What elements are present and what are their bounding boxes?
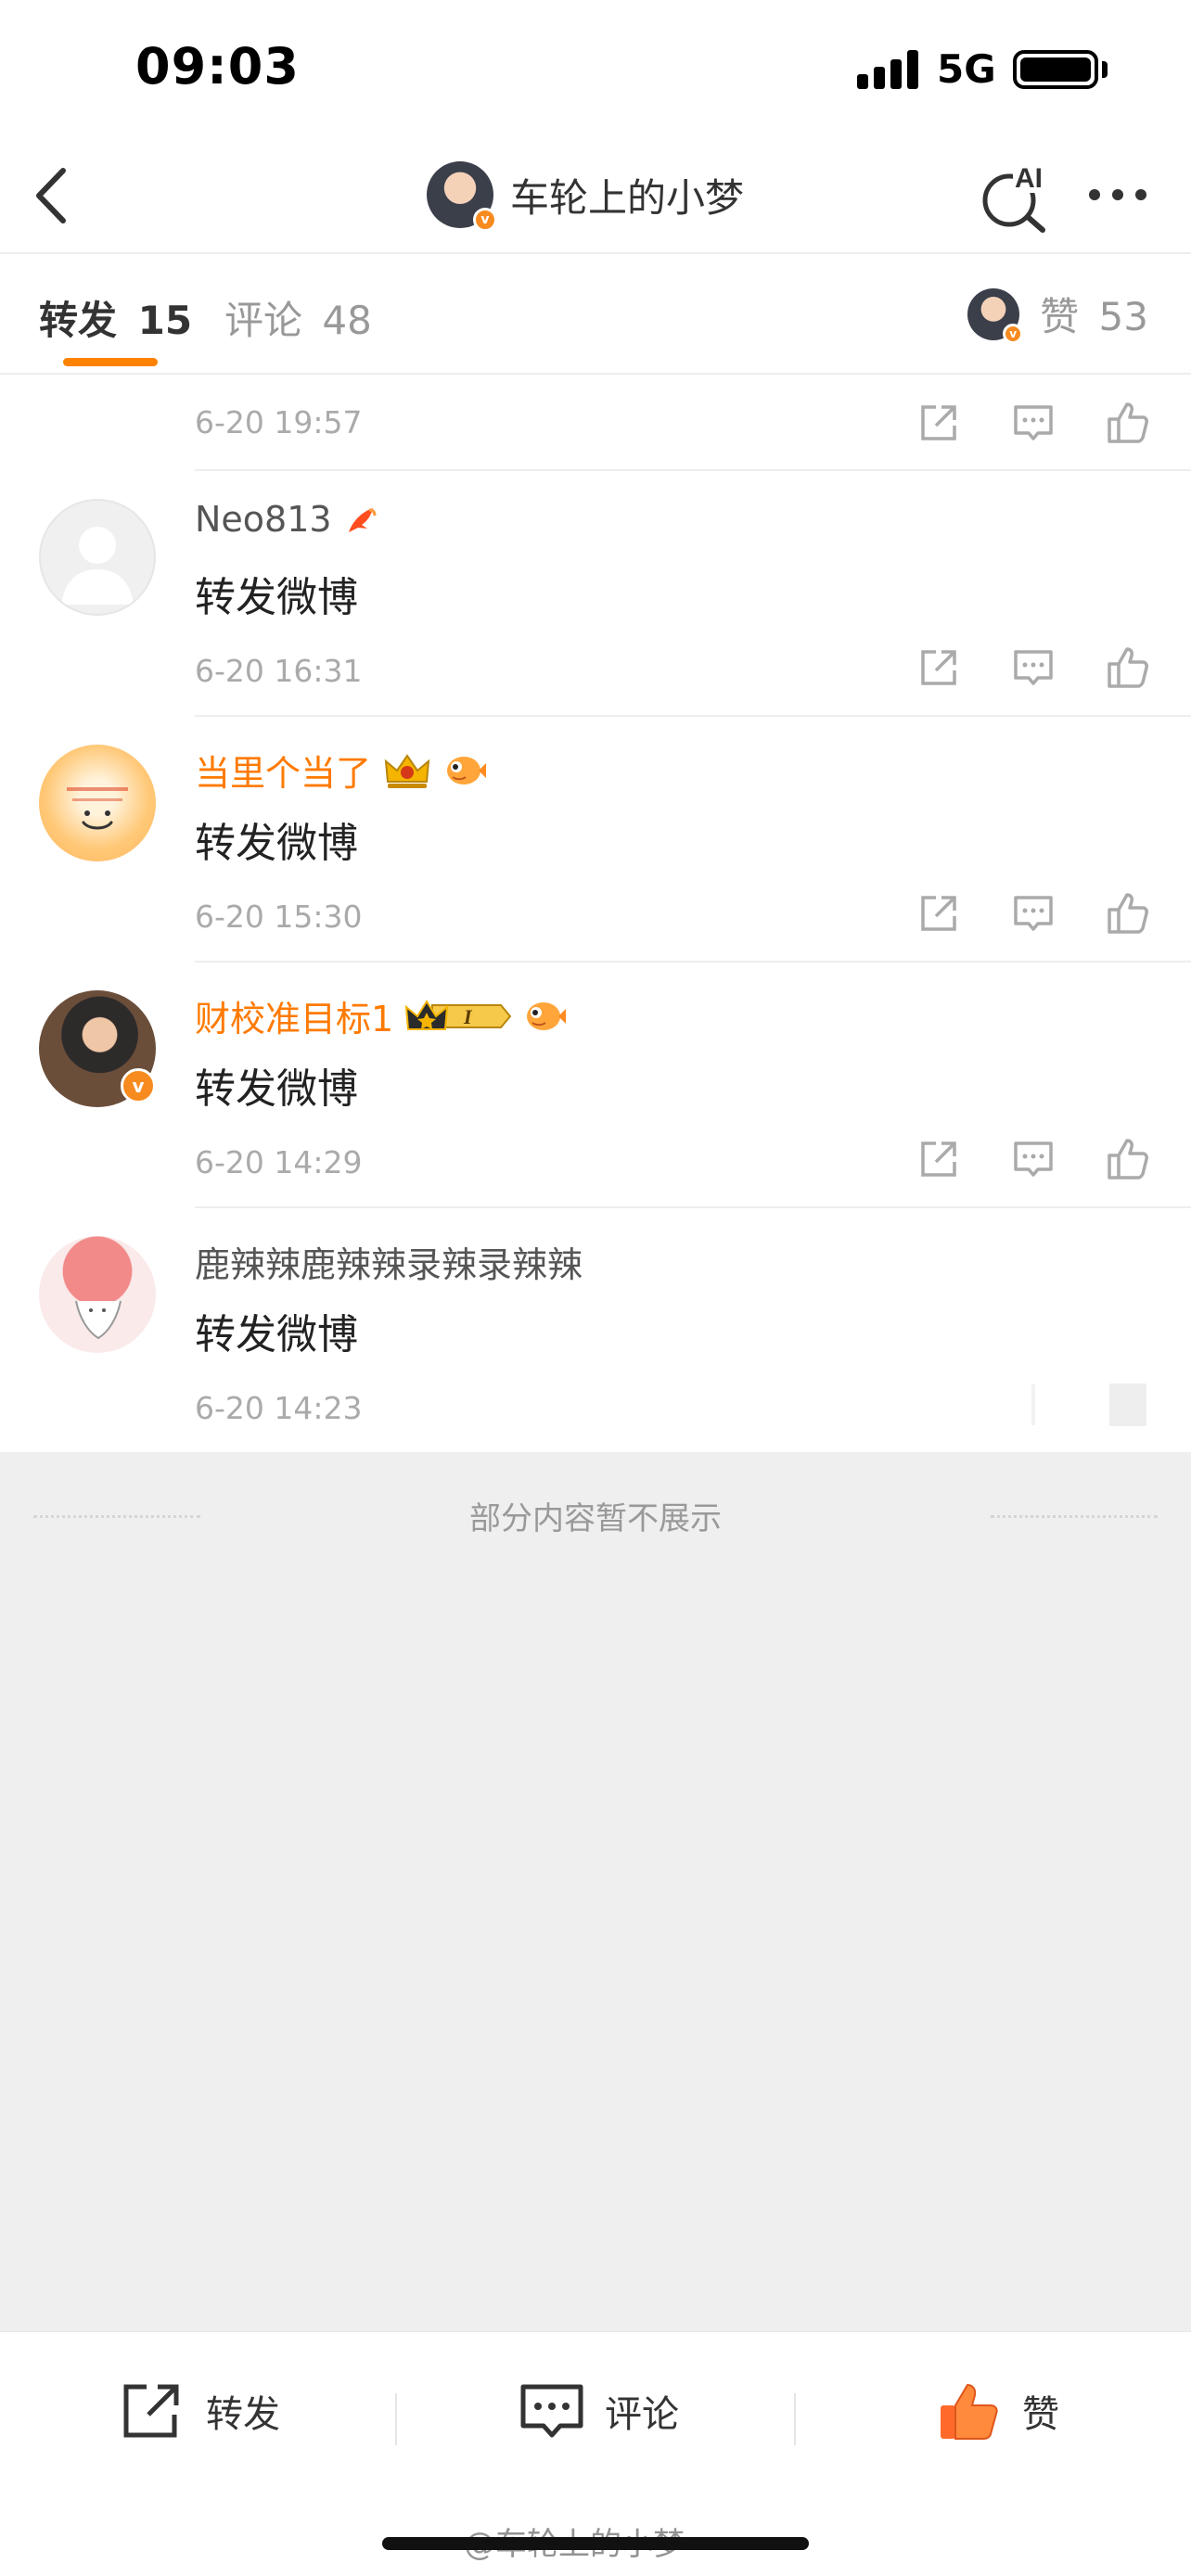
timestamp: 6-20 14:23 (195, 1390, 363, 1426)
bottom-action-bar: 转发 评论 赞 (0, 2331, 1191, 2489)
tab-comments-label: 评论 (224, 298, 303, 343)
home-indicator[interactable] (382, 2537, 809, 2550)
tab-likes-label: 赞 53 (1040, 286, 1148, 342)
comment-action-icon[interactable] (1009, 889, 1057, 937)
status-time: 09:03 (135, 37, 300, 96)
comment-button[interactable]: 评论 (519, 2378, 679, 2443)
username-text: Neo813 (195, 499, 332, 540)
ai-label: AI (1015, 163, 1043, 194)
list-item[interactable]: 鹿辣辣鹿辣辣录辣录辣辣 转发微博 6-20 14:23 (0, 1208, 1191, 1452)
username[interactable]: 当里个当了 (195, 745, 487, 796)
pufferfish-icon (527, 1001, 567, 1030)
repost-action-icon[interactable] (915, 1135, 963, 1183)
repost-label: 转发 (206, 2393, 280, 2436)
timestamp: 6-20 14:29 (195, 1144, 363, 1180)
repost-content: 转发微博 (195, 1065, 358, 1113)
comment-action-icon[interactable] (1009, 644, 1057, 692)
item-actions (868, 399, 1152, 447)
avatar[interactable]: v (39, 990, 156, 1107)
username[interactable]: 鹿辣辣鹿辣辣录辣录辣辣 (195, 1236, 583, 1287)
tab-reposts-count: 15 (137, 298, 193, 343)
repost-action-icon[interactable] (915, 644, 963, 692)
username-text: 当里个当了 (195, 753, 372, 794)
like-action-icon[interactable] (1104, 399, 1152, 447)
koi-fish-icon (348, 508, 377, 532)
repost-content: 转发微博 (195, 1311, 358, 1358)
nav-title: 车轮上的小梦 (510, 174, 745, 221)
repost-action-icon[interactable] (915, 1381, 963, 1429)
pufferfish-icon (447, 756, 487, 784)
tab-bar: 转发 15 评论 48 v 赞 53 (0, 256, 1191, 375)
item-actions (868, 1135, 1152, 1183)
repost-icon (123, 2384, 179, 2438)
signal-bars-icon (857, 48, 920, 89)
like-action-icon[interactable] (1104, 1381, 1152, 1429)
timestamp: 6-20 16:31 (195, 653, 363, 689)
avatar[interactable] (39, 745, 156, 861)
tab-comments-count: 48 (322, 298, 372, 343)
comment-action-icon[interactable] (1009, 1381, 1057, 1429)
battery-tip (1102, 61, 1108, 78)
comment-action-icon[interactable] (1009, 399, 1057, 447)
likes-label: 赞 (1040, 294, 1080, 339)
list-item[interactable]: Neo813 转发微博 6-20 16:31 (0, 471, 1191, 717)
ai-search-icon[interactable]: AI (978, 159, 1052, 234)
likes-count: 53 (1098, 294, 1148, 339)
comment-icon (520, 2384, 583, 2438)
list-item[interactable]: 当里个当了 转发微博 6-20 15:30 (0, 717, 1191, 963)
verified-badge-icon: v (1003, 323, 1024, 344)
hidden-content-area: 部分内容暂不展示 (0, 1452, 1191, 2333)
like-action-icon[interactable] (1104, 644, 1152, 692)
verified-badge-icon: v (473, 208, 497, 232)
repost-action-icon[interactable] (915, 889, 963, 937)
like-button[interactable]: 赞 (937, 2378, 1059, 2443)
nav-user[interactable]: v 车轮上的小梦 (427, 158, 744, 232)
comment-action-icon[interactable] (1009, 1135, 1057, 1183)
more-options-icon[interactable] (1085, 185, 1150, 204)
back-arrow-icon[interactable] (28, 163, 83, 228)
like-label: 赞 (1022, 2393, 1059, 2436)
level-label: I (463, 1005, 473, 1028)
nav-avatar[interactable]: v (427, 161, 497, 232)
like-action-icon[interactable] (1104, 889, 1152, 937)
username[interactable]: Neo813 (195, 499, 380, 540)
active-tab-indicator (63, 358, 158, 366)
item-actions (868, 644, 1152, 692)
repost-list: 6-20 19:57 Neo813 转发微博 6-20 16:31 当里个当了 … (0, 376, 1191, 1452)
bottom-separator (794, 2393, 796, 2445)
username-text: 鹿辣辣鹿辣辣录辣录辣辣 (195, 1244, 583, 1285)
repost-content: 转发微博 (195, 820, 358, 867)
bottom-separator (395, 2393, 397, 2445)
timestamp: 6-20 19:57 (195, 404, 363, 440)
comment-label: 评论 (605, 2393, 679, 2436)
status-bar: 09:03 5G (0, 0, 1191, 139)
list-item: 6-20 19:57 (195, 376, 1191, 471)
liker-avatar: v (967, 287, 1024, 344)
battery-icon (1013, 50, 1098, 89)
network-type: 5G (937, 46, 996, 92)
tab-reposts[interactable]: 转发 15 (39, 289, 192, 346)
crown-badge-icon (384, 753, 430, 788)
tab-likes[interactable]: v 赞 53 (967, 286, 1148, 344)
username-text: 财校准目标1 (195, 999, 394, 1039)
like-action-icon[interactable] (1104, 1135, 1152, 1183)
item-actions (868, 889, 1152, 937)
dotted-divider-right (991, 1515, 1158, 1518)
repost-content: 转发微博 (195, 574, 358, 621)
verified-badge-icon: v (121, 1068, 156, 1103)
item-actions (868, 1381, 1152, 1429)
repost-button[interactable]: 转发 (121, 2378, 280, 2443)
username[interactable]: 财校准目标1 I (195, 990, 567, 1041)
timestamp: 6-20 15:30 (195, 899, 363, 935)
nav-bar: v 车轮上的小梦 AI (0, 139, 1191, 254)
tab-comments[interactable]: 评论 48 (224, 289, 372, 346)
crown-level-badge-icon: I (404, 999, 512, 1030)
list-item[interactable]: v 财校准目标1 I 转发微博 6-20 14:29 (0, 963, 1191, 1208)
like-active-icon (941, 2383, 998, 2440)
avatar[interactable] (39, 499, 156, 616)
tab-reposts-label: 转发 (39, 298, 118, 343)
repost-action-icon[interactable] (915, 399, 963, 447)
avatar[interactable] (39, 1236, 156, 1353)
